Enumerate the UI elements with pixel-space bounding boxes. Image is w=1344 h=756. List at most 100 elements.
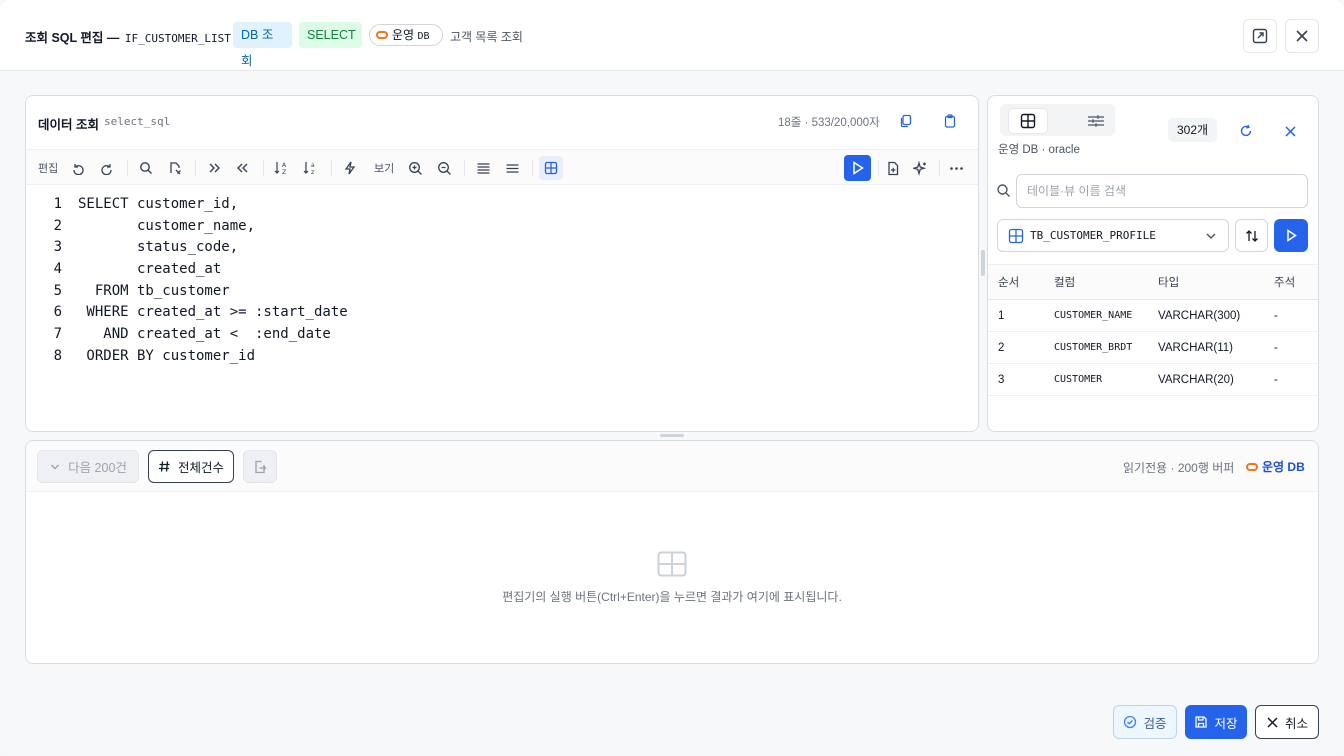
table-row[interactable]: 1 CUSTOMER_NAME VARCHAR(300) - [988, 300, 1318, 332]
env-badge: 운영 DB [369, 24, 443, 46]
next-page-button[interactable]: 다음 200건 [37, 450, 139, 483]
table-row[interactable]: 3 CUSTOMER VARCHAR(20) - [988, 364, 1318, 396]
code-area[interactable]: 1 SELECT customer_id, 2 customer_name, 3 st… [26, 194, 978, 368]
schema-view-toggle [1000, 104, 1115, 136]
toolbar-divider [195, 160, 196, 176]
selected-table-label: TB_CUSTOMER_PROFILE [1030, 229, 1156, 242]
toolbar-divider [878, 160, 879, 176]
code-text: customer_name, [78, 217, 256, 234]
grid-icon [544, 161, 558, 175]
expand-icon [1252, 28, 1268, 44]
grid-view-button[interactable] [539, 156, 563, 180]
toolbar-divider [532, 160, 533, 176]
check-circle-icon [1124, 715, 1137, 729]
header-column: 컬럼 [1054, 277, 1076, 289]
outdent-button[interactable] [231, 156, 255, 180]
header-order: 순서 [998, 277, 1020, 289]
chevrons-right-icon [209, 163, 220, 173]
table-search-input[interactable] [1016, 174, 1308, 208]
export-icon [255, 460, 267, 473]
uppercase-button[interactable]: AZ [270, 156, 294, 180]
undo-button[interactable] [66, 156, 90, 180]
lines-button[interactable] [500, 156, 524, 180]
line-number: 4 [53, 261, 62, 278]
redo-button[interactable] [95, 156, 119, 180]
row-type: VARCHAR(300) [1158, 309, 1241, 322]
format-button[interactable] [338, 156, 362, 180]
next-page-label: 다음 200건 [68, 461, 127, 475]
table-select[interactable]: TB_CUSTOMER_PROFILE [997, 219, 1229, 252]
sort-upper-icon: AZ [274, 162, 287, 176]
editor-field-name: select_sql [104, 115, 171, 128]
code-line: 2 customer_name, [26, 216, 978, 238]
line-number: 1 [53, 196, 62, 212]
line-number: 3 [53, 239, 62, 256]
verify-label: 검증 [1143, 716, 1167, 731]
table-icon [1020, 113, 1036, 129]
horizontal-resize-handle[interactable] [660, 434, 684, 437]
line-number: 2 [53, 217, 62, 234]
header-comment: 주석 [1274, 277, 1296, 289]
wrap-button[interactable] [471, 156, 495, 180]
empty-result-message: 편집기의 실행 버튼(Ctrl+Enter)을 누르면 결과가 여기에 표시됩니… [502, 590, 842, 604]
line-number: 7 [53, 326, 62, 343]
indent-button[interactable] [202, 156, 226, 180]
refresh-icon [1240, 124, 1252, 137]
save-button[interactable]: 저장 [1185, 705, 1247, 739]
table-view-tab[interactable] [1008, 108, 1048, 134]
editor-title: 데이터 조회 [38, 118, 99, 132]
play-icon [852, 161, 864, 175]
vertical-resize-handle[interactable] [981, 250, 985, 276]
undo-icon [73, 164, 84, 175]
table-icon [1008, 228, 1024, 244]
table-row[interactable]: 2 CUSTOMER_BRDT VARCHAR(11) - [988, 332, 1318, 364]
file-icon [888, 161, 899, 175]
code-line: 1 SELECT customer_id, [26, 194, 978, 216]
redo-icon [101, 164, 112, 175]
svg-text:A: A [282, 162, 287, 169]
copy-button[interactable] [897, 112, 915, 130]
refresh-button[interactable] [1237, 122, 1255, 140]
close-panel-button[interactable] [1281, 122, 1299, 140]
find-button[interactable] [134, 156, 158, 180]
zoom-out-button[interactable] [432, 156, 456, 180]
result-env-label: 운영 DB [1262, 460, 1305, 474]
sparkle-icon [912, 160, 926, 176]
search-icon [997, 184, 1010, 197]
settings-view-tab[interactable] [1076, 108, 1116, 134]
close-button[interactable] [1285, 19, 1319, 53]
insert-table-button[interactable] [1274, 219, 1308, 252]
grid-icon [657, 551, 687, 577]
save-icon [1195, 716, 1208, 728]
replace-button[interactable] [163, 156, 187, 180]
total-count-button[interactable]: 전체건수 [148, 450, 234, 483]
view-group-label: 보기 [374, 163, 395, 175]
result-panel: 다음 200건 전체건수 읽기전용 · 200행 버퍼 운영 DB 편집기의 실… [25, 440, 1319, 664]
editor-stats: 18줄 · 533/20,000자 [778, 117, 880, 129]
run-button[interactable] [844, 155, 871, 181]
result-info: 읽기전용 · 200행 버퍼 [1123, 461, 1235, 475]
swap-sort-button[interactable] [1235, 219, 1268, 252]
column-table: 순서 컬럼 타입 주석 1 CUSTOMER_NAME VARCHAR(300)… [988, 264, 1318, 396]
paste-button[interactable] [941, 112, 959, 130]
code-line: 6 WHERE created_at >= :start_date [26, 302, 978, 324]
code-text: created_at [78, 261, 222, 278]
clipboard-icon [944, 114, 956, 128]
code-text: WHERE created_at >= :start_date [78, 304, 348, 321]
expand-button[interactable] [1243, 19, 1277, 53]
more-button[interactable] [944, 156, 968, 180]
code-line: 4 created_at [26, 259, 978, 281]
toolbar-divider [263, 160, 264, 176]
code-text: FROM tb_customer [78, 282, 230, 299]
zoom-in-button[interactable] [403, 156, 427, 180]
editor-toolbar: 편집 AZ az 보기 [26, 149, 978, 185]
export-button[interactable] [243, 450, 277, 483]
zoom-in-icon [408, 161, 422, 175]
sql-file-button[interactable] [881, 156, 905, 180]
env-label: 운영 [392, 28, 415, 42]
ai-assist-button[interactable] [908, 156, 932, 180]
lowercase-button[interactable]: az [299, 156, 323, 180]
dialog-header: 조회 SQL 편집 — IF_CUSTOMER_LIST DB 조회 SELEC… [0, 0, 1344, 71]
verify-button[interactable]: 검증 [1113, 705, 1177, 739]
cancel-button[interactable]: 취소 [1255, 705, 1319, 739]
